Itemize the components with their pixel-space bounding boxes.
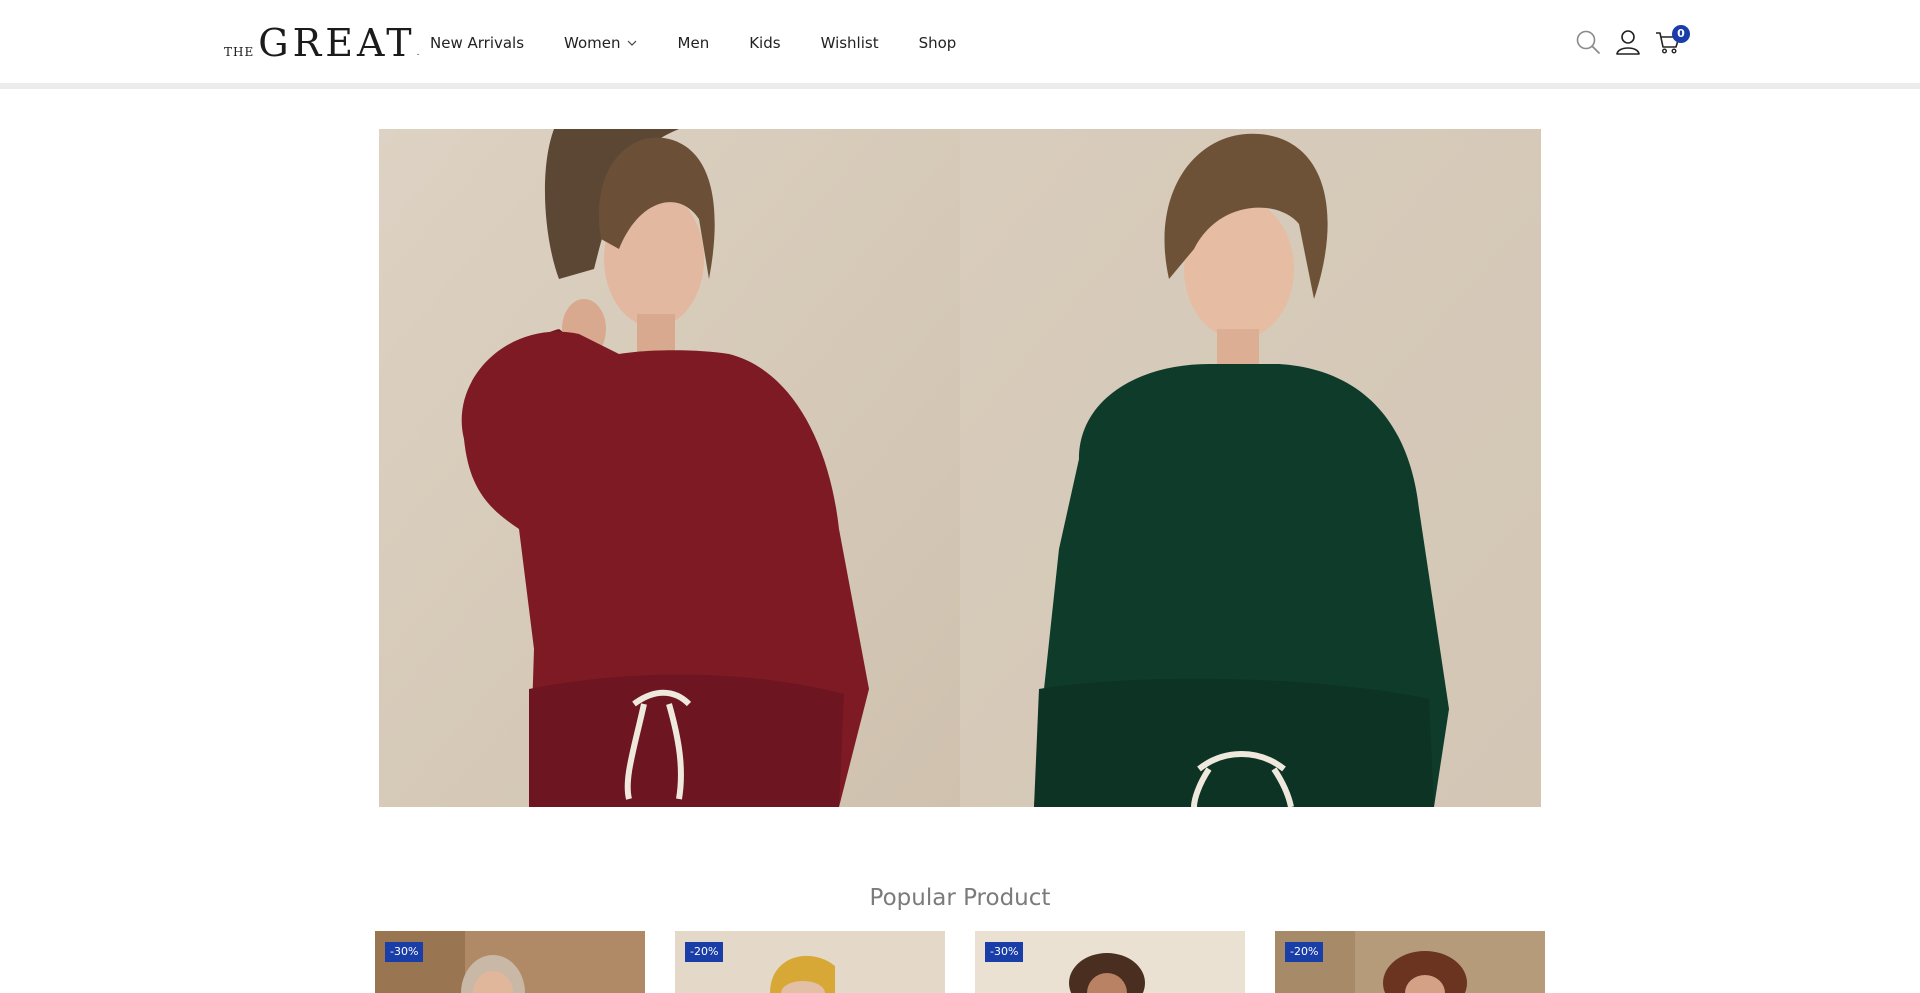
logo-great: GREAT [258, 21, 416, 65]
nav-label: Wishlist [820, 34, 879, 52]
nav-shop[interactable]: Shop [919, 34, 957, 52]
nav-wishlist[interactable]: Wishlist [821, 34, 879, 52]
user-icon [1616, 30, 1640, 55]
discount-badge: -30% [385, 942, 424, 962]
nav-label: New Arrivals [430, 34, 525, 52]
product-card[interactable]: -30% [375, 931, 645, 993]
cart-button[interactable]: 0 [1654, 25, 1690, 56]
main-nav: New Arrivals Women Men Kids Wishlist Sho… [430, 34, 996, 52]
product-image [975, 931, 1245, 993]
hero-banner[interactable] [379, 129, 1541, 807]
discount-badge: -30% [985, 942, 1024, 962]
logo-dot: . [416, 48, 420, 58]
account-button[interactable] [1614, 28, 1642, 56]
product-image [675, 931, 945, 993]
discount-badge: -20% [1285, 942, 1324, 962]
product-card[interactable]: -30% [975, 931, 1245, 993]
section-title-popular: Popular Product [869, 885, 1051, 912]
search-button[interactable] [1574, 28, 1602, 56]
hero-image [379, 129, 1541, 807]
nav-label: Men [677, 34, 710, 52]
discount-badge: -20% [685, 942, 724, 962]
nav-women[interactable]: Women [564, 34, 637, 52]
nav-kids[interactable]: Kids [749, 34, 780, 52]
product-image [375, 931, 645, 993]
product-card[interactable]: -20% [675, 931, 945, 993]
nav-men[interactable]: Men [678, 34, 710, 52]
site-header: THE GREAT . New Arrivals Women Men Kids … [0, 0, 1920, 89]
nav-label: Shop [918, 34, 957, 52]
search-icon [1576, 30, 1600, 54]
brand-logo[interactable]: THE GREAT . [224, 22, 420, 62]
product-card[interactable]: -20% [1275, 931, 1545, 993]
logo-the: THE [224, 45, 255, 59]
cart-count-badge: 0 [1672, 25, 1690, 43]
chevron-down-icon [627, 40, 636, 46]
nav-label: Women [564, 34, 621, 52]
product-image [1275, 931, 1545, 993]
nav-new-arrivals[interactable]: New Arrivals [430, 34, 524, 52]
nav-label: Kids [749, 34, 781, 52]
header-actions: 0 [1574, 25, 1694, 56]
